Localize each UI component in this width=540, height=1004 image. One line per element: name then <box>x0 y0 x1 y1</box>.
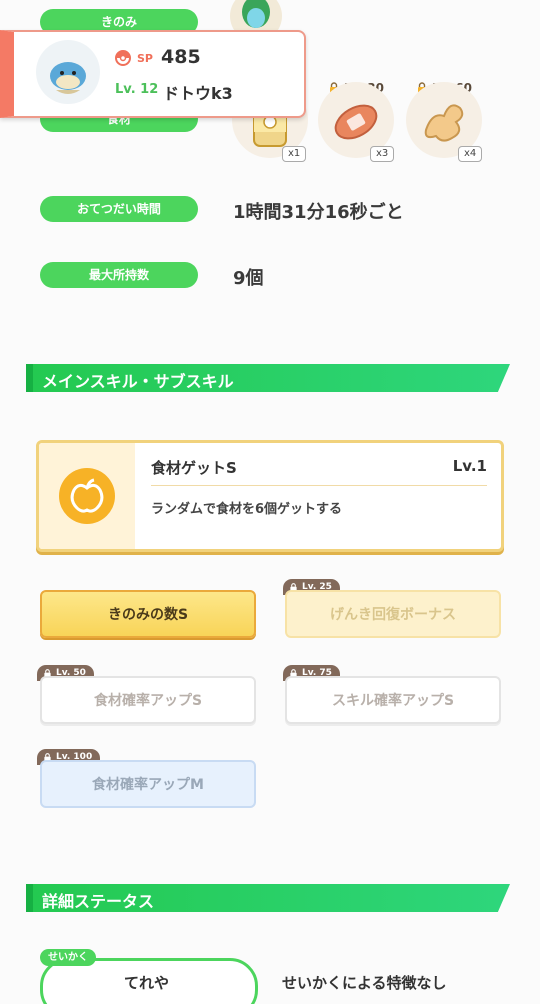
main-skill-level: Lv.1 <box>452 457 487 475</box>
sp-label: SP <box>137 52 153 65</box>
status-section-title: 詳細ステータス <box>42 892 155 911</box>
pokemon-name: ドトウk3 <box>163 84 233 103</box>
apple-icon <box>70 478 104 513</box>
nature-tag: せいかく <box>40 949 96 966</box>
max-carry-label: 最大所持数 <box>40 262 198 288</box>
max-carry-value: 9個 <box>233 268 264 289</box>
pokemon-level: Lv. 12 <box>115 82 159 97</box>
sub-skill-1[interactable]: きのみの数S <box>40 590 256 638</box>
ingredient-honey-count: x1 <box>282 146 307 162</box>
main-skill-name: 食材ゲットS <box>151 459 237 477</box>
sp-value: 485 <box>161 46 201 68</box>
sub-skill-2[interactable]: げんき回復ボーナス <box>285 590 501 638</box>
skills-section-title: メインスキル・サブスキル <box>42 372 234 391</box>
help-time-value: 1時間31分16秒ごと <box>233 202 404 223</box>
ingredient-ginger-count: x4 <box>458 146 483 162</box>
pokeball-icon <box>115 50 131 66</box>
nature-effect: せいかくによる特徴なし <box>282 974 447 992</box>
status-section-header: 詳細ステータス <box>26 884 510 912</box>
main-skill-icon-badge <box>59 468 115 524</box>
sub-skill-3[interactable]: 食材確率アップS <box>40 676 256 724</box>
nature-name: てれや <box>124 974 170 992</box>
ingredient-sausage-count: x3 <box>370 146 395 162</box>
pokemon-avatar <box>36 40 100 104</box>
main-skill-description: ランダムで食材を6個ゲットする <box>151 502 343 517</box>
sub-skill-5[interactable]: 食材確率アップM <box>40 760 256 808</box>
help-time-label: おてつだい時間 <box>40 196 198 222</box>
pokemon-card[interactable]: SP 485 Lv. 12 ドトウk3 <box>0 30 306 118</box>
skills-section-header: メインスキル・サブスキル <box>26 364 510 392</box>
main-skill-card[interactable]: 食材ゲットS Lv.1 ランダムで食材を6個ゲットする <box>36 440 504 552</box>
sub-skill-4[interactable]: スキル確率アップS <box>285 676 501 724</box>
